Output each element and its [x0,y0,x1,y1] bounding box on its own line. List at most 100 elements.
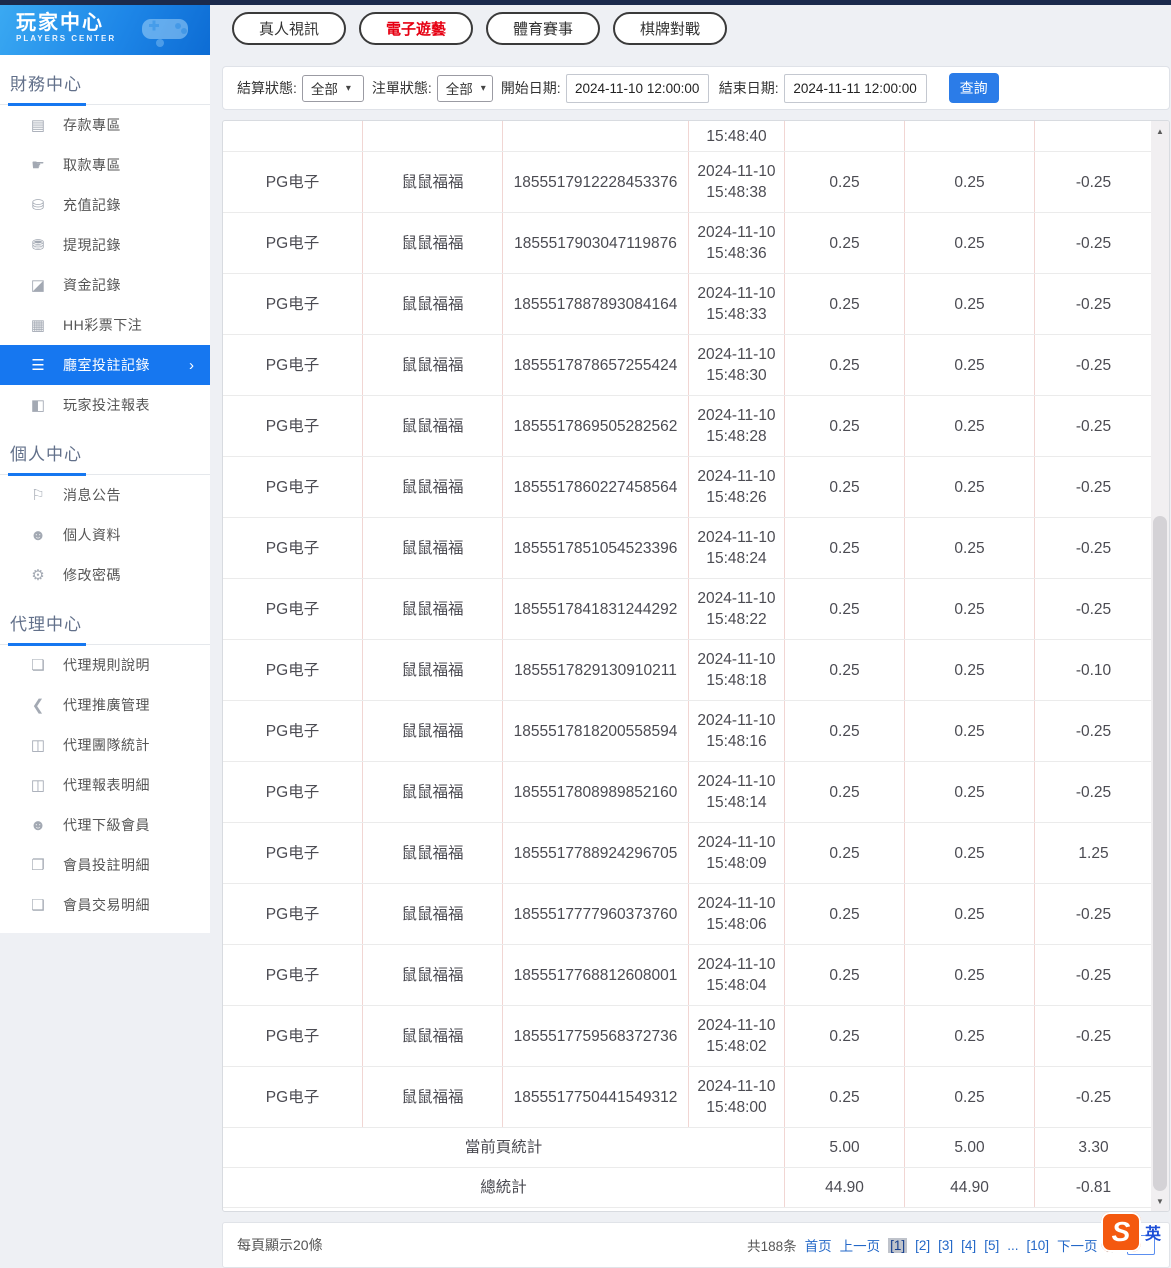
page-link-5[interactable]: [5] [984,1238,999,1253]
end-date-input[interactable] [784,74,927,103]
settle-status-select[interactable]: 全部 ▾ [302,75,364,102]
page-link-2[interactable]: [2] [915,1238,930,1253]
start-date-input[interactable] [566,74,709,103]
sidebar-item-label: 個人資料 [63,525,121,545]
order-status-select[interactable]: 全部 ▾ [437,75,493,102]
settle-status-label: 結算狀態: [237,78,297,98]
sogou-ime-indicator[interactable]: S 英 [1101,1212,1161,1252]
sidebar-item-agent-report-detail[interactable]: ◫代理報表明細 [0,765,210,805]
summary-label: 總統計 [223,1168,785,1207]
sidebar-item-player-bet-report[interactable]: ◧玩家投注報表 [0,385,210,425]
sidebar-item-withdraw-zone[interactable]: ☛取款專區 [0,145,210,185]
sidebar-item-agent-sub-members[interactable]: ☻代理下級會員 [0,805,210,845]
order-id-cell: 1855517851054523396 [503,518,689,578]
sidebar-item-agent-team-stats[interactable]: ◫代理團隊統計 [0,725,210,765]
game-type-cell: PG电子 [223,152,363,212]
order-id-cell: 1855517829130910211 [503,640,689,700]
scroll-up-icon[interactable]: ▲ [1151,123,1169,139]
sidebar-item-agent-rules[interactable]: ❏代理規則說明 [0,645,210,685]
order-id-cell: 1855517759568372736 [503,1006,689,1066]
page-link-1[interactable]: [1] [888,1238,907,1253]
time-text: 15:48:02 [706,1036,766,1057]
order-id-cell: 1855517818200558594 [503,701,689,761]
table-row: PG电子鼠鼠福福18555178695052825622024-11-1015:… [223,396,1153,457]
win-loss-cell: -0.25 [1035,762,1153,822]
game-name-cell: 鼠鼠福福 [363,457,503,517]
page-link-3[interactable]: [3] [938,1238,953,1253]
sidebar-section-title: 財務中心 [10,70,210,104]
table-row: PG电子鼠鼠福福18555178878930841642024-11-1015:… [223,274,1153,335]
time-text: 15:48:38 [706,182,766,203]
valid-bet-cell: 0.25 [905,579,1035,639]
scroll-down-icon[interactable]: ▼ [1151,1193,1169,1209]
sogou-icon[interactable]: S [1101,1212,1141,1252]
table-scrollbar[interactable]: ▲ ▼ [1151,121,1169,1211]
game-category-tabs: 真人視訊電子遊藝體育賽事棋牌對戰 [232,12,727,45]
page-link-4[interactable]: [4] [961,1238,976,1253]
game-name-cell: 鼠鼠福福 [363,945,503,1005]
ime-language-badge: 英 [1145,1220,1161,1244]
game-name-cell: 鼠鼠福福 [363,152,503,212]
report-icon: ◫ [28,776,48,794]
start-date-label: 開始日期: [501,78,561,98]
prev-page-link[interactable]: 上一页 [840,1235,881,1255]
date-text: 2024-11-10 [697,1076,775,1097]
tab-0[interactable]: 真人視訊 [232,12,346,45]
bet-time-cell: 2024-11-1015:48:24 [689,518,785,578]
sidebar-item-room-bet-records[interactable]: ☰廳室投註記錄› [0,345,210,385]
first-page-link[interactable]: 首页 [805,1235,832,1255]
game-name-cell: 鼠鼠福福 [363,640,503,700]
tab-2[interactable]: 體育賽事 [486,12,600,45]
end-date-label: 結束日期: [719,78,779,98]
search-button[interactable]: 查詢 [949,73,999,103]
sidebar-item-recharge-records[interactable]: ⛁充值記錄 [0,185,210,225]
gear-icon: ⚙ [28,566,48,584]
game-name-cell: 鼠鼠福福 [363,335,503,395]
sidebar-item-announcements[interactable]: ⚐消息公告 [0,475,210,515]
bet-time-cell: 2024-11-1015:48:18 [689,640,785,700]
game-name-cell: 鼠鼠福福 [363,1067,503,1127]
sidebar: 玩家中心 PLAYERS CENTER 財務中心▤存款專區☛取款專區⛁充值記錄⛃… [0,5,210,933]
game-type-cell: PG电子 [223,762,363,822]
bet-time-cell: 2024-11-1015:48:22 [689,579,785,639]
page-link-10[interactable]: [10] [1026,1238,1049,1253]
sidebar-item-label: 會員投註明細 [63,855,150,875]
next-page-link[interactable]: 下一页 [1057,1235,1098,1255]
table-row: PG电子鼠鼠福福18555178602274585642024-11-1015:… [223,457,1153,518]
time-text: 15:48:18 [706,670,766,691]
bet-time-cell: 2024-11-1015:48:26 [689,457,785,517]
bet-amount-cell: 0.25 [785,1067,905,1127]
sidebar-item-deposit-zone[interactable]: ▤存款專區 [0,105,210,145]
game-type-cell: PG电子 [223,579,363,639]
win-loss-cell: -0.25 [1035,213,1153,273]
chart-icon: ◧ [28,396,48,414]
win-loss-cell: 1.25 [1035,823,1153,883]
bet-amount-cell: 0.25 [785,579,905,639]
summary-valid: 5.00 [905,1128,1035,1167]
sidebar-item-profile[interactable]: ☻個人資料 [0,515,210,555]
time-text: 15:48:09 [706,853,766,874]
summary-bet: 5.00 [785,1128,905,1167]
time-text: 15:48:16 [706,731,766,752]
sidebar-item-member-bet-detail[interactable]: ❐ 會員投註明細 [0,845,210,885]
valid-bet-cell: 0.25 [905,213,1035,273]
bet-amount-cell: 0.25 [785,213,905,273]
sidebar-item-agent-promotion[interactable]: ❮代理推廣管理 [0,685,210,725]
bet-time-cell: 2024-11-1015:48:38 [689,152,785,212]
cash-icon: ⛃ [28,236,48,254]
win-loss-cell: -0.10 [1035,640,1153,700]
sidebar-item-withdrawal-records[interactable]: ⛃ 提現記錄 [0,225,210,265]
clipboard-icon: ❐ [28,856,48,874]
tab-3[interactable]: 棋牌對戰 [613,12,727,45]
valid-bet-cell: 0.25 [905,335,1035,395]
sidebar-item-member-trans-detail[interactable]: ❑會員交易明細 [0,885,210,925]
tab-1[interactable]: 電子遊藝 [359,12,473,45]
table-row: PG电子鼠鼠福福18555178182005585942024-11-1015:… [223,701,1153,762]
sidebar-item-funds-records[interactable]: ◪資金記錄 [0,265,210,305]
sidebar-item-hh-lottery-bets[interactable]: ▦HH彩票下注 [0,305,210,345]
bet-amount-cell: 0.25 [785,152,905,212]
sidebar-item-label: 提現記錄 [63,235,121,255]
scrollbar-thumb[interactable] [1153,516,1167,1191]
game-type-cell: PG电子 [223,335,363,395]
sidebar-item-change-password[interactable]: ⚙修改密碼 [0,555,210,595]
